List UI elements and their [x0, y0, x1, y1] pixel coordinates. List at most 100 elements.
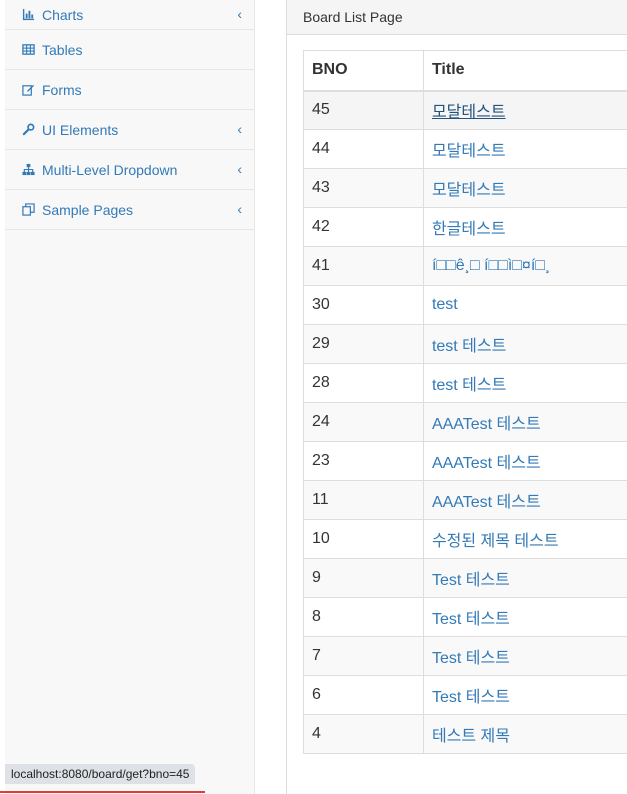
sidebar-item-sample-pages[interactable]: Sample Pages ‹ — [5, 190, 254, 230]
title-link[interactable]: 수정된 제목 테스트 — [432, 533, 559, 550]
title-cell: 수정된 제목 테스트 — [422, 519, 627, 559]
table-row: 10 수정된 제목 테스트 — [303, 519, 627, 559]
title-link[interactable]: 모달테스트 — [432, 104, 506, 121]
column-header-title: Title — [422, 50, 627, 92]
chevron-left-icon: ‹ — [237, 200, 242, 217]
table-row: 4 테스트 제목 — [303, 714, 627, 754]
browser-status-bar: localhost:8080/board/get?bno=45 — [5, 764, 196, 784]
bno-cell: 28 — [303, 363, 424, 403]
sidebar-item-label: Multi-Level Dropdown — [42, 161, 178, 178]
table-row: 44 모달테스트 — [303, 129, 627, 169]
files-icon — [21, 203, 35, 217]
bno-cell: 41 — [303, 246, 424, 286]
bno-cell: 11 — [303, 480, 424, 520]
bno-cell: 30 — [303, 285, 424, 325]
title-link[interactable]: í□□ê¸□ í□□ì□¤í□¸ — [432, 257, 550, 274]
title-link[interactable]: Test 테스트 — [432, 611, 510, 628]
sidebar: Charts ‹ Tables Forms UI Elements ‹ Mult… — [0, 0, 255, 794]
table-header-row: BNO Title — [303, 50, 627, 92]
edit-icon — [21, 83, 35, 97]
title-link[interactable]: Test 테스트 — [432, 572, 510, 589]
board-table: BNO Title 45 모달테스트 44 모달테스트 43 모달테스트 42 한글테스트 41… — [303, 50, 627, 754]
bno-cell: 44 — [303, 129, 424, 169]
table-row: 8 Test 테스트 — [303, 597, 627, 637]
accent-line — [0, 791, 205, 793]
title-cell: AAATest 테스트 — [422, 480, 627, 520]
bno-cell: 9 — [303, 558, 424, 598]
table-row: 23 AAATest 테스트 — [303, 441, 627, 481]
sidebar-item-multi-level-dropdown[interactable]: Multi-Level Dropdown ‹ — [5, 150, 254, 190]
title-link[interactable]: test 테스트 — [432, 377, 506, 394]
title-link[interactable]: 모달테스트 — [432, 182, 506, 199]
sidebar-item-label: Tables — [42, 41, 83, 58]
board-list-panel: Board List Page BNO Title 45 모달테스트 44 모달테스트… — [286, 0, 627, 794]
title-link[interactable]: test 테스트 — [432, 338, 506, 355]
table-row: 43 모달테스트 — [303, 168, 627, 208]
sidebar-item-label: Charts — [42, 6, 84, 23]
bno-cell: 6 — [303, 675, 424, 715]
table-icon — [21, 43, 35, 57]
bno-cell: 29 — [303, 324, 424, 364]
bno-cell: 42 — [303, 207, 424, 247]
title-link[interactable]: AAATest 테스트 — [432, 416, 541, 433]
title-cell: AAATest 테스트 — [422, 402, 627, 442]
title-cell: Test 테스트 — [422, 558, 627, 598]
title-link[interactable]: test — [432, 296, 458, 313]
table-row: 29 test 테스트 — [303, 324, 627, 364]
title-link[interactable]: AAATest 테스트 — [432, 455, 541, 472]
title-link[interactable]: 테스트 제목 — [432, 728, 510, 745]
table-row: 41 í□□ê¸□ í□□ì□¤í□¸ — [303, 246, 627, 286]
sidebar-item-label: Forms — [42, 81, 82, 98]
title-cell: 모달테스트 — [422, 168, 627, 208]
bno-cell: 45 — [303, 90, 424, 130]
chevron-left-icon: ‹ — [237, 120, 242, 137]
title-link[interactable]: Test 테스트 — [432, 650, 510, 667]
bar-chart-icon — [21, 8, 35, 22]
title-cell: 한글테스트 — [422, 207, 627, 247]
sidebar-item-ui-elements[interactable]: UI Elements ‹ — [5, 110, 254, 150]
wrench-icon — [21, 123, 35, 137]
title-link[interactable]: 한글테스트 — [432, 221, 506, 238]
title-cell: test 테스트 — [422, 324, 627, 364]
bno-cell: 7 — [303, 636, 424, 676]
bno-cell: 8 — [303, 597, 424, 637]
title-link[interactable]: 모달테스트 — [432, 143, 506, 160]
sidebar-item-forms[interactable]: Forms — [5, 70, 254, 110]
sidebar-edge — [0, 0, 5, 794]
bno-cell: 43 — [303, 168, 424, 208]
title-cell: AAATest 테스트 — [422, 441, 627, 481]
title-cell: 모달테스트 — [422, 90, 627, 130]
title-cell: 테스트 제목 — [422, 714, 627, 754]
table-row: 30 test — [303, 285, 627, 325]
table-row: 6 Test 테스트 — [303, 675, 627, 715]
chevron-left-icon: ‹ — [237, 5, 242, 22]
table-row: 9 Test 테스트 — [303, 558, 627, 598]
title-link[interactable]: AAATest 테스트 — [432, 494, 541, 511]
title-cell: 모달테스트 — [422, 129, 627, 169]
column-header-bno: BNO — [303, 50, 424, 92]
table-row: 45 모달테스트 — [303, 90, 627, 130]
title-cell: test — [422, 285, 627, 325]
title-cell: Test 테스트 — [422, 597, 627, 637]
title-cell: í□□ê¸□ í□□ì□¤í□¸ — [422, 246, 627, 286]
bno-cell: 24 — [303, 402, 424, 442]
bno-cell: 23 — [303, 441, 424, 481]
title-cell: test 테스트 — [422, 363, 627, 403]
table-row: 11 AAATest 테스트 — [303, 480, 627, 520]
title-cell: Test 테스트 — [422, 675, 627, 715]
page-wrapper: Board List Page BNO Title 45 모달테스트 44 모달테스트… — [256, 0, 627, 794]
chevron-left-icon: ‹ — [237, 160, 242, 177]
table-row: 28 test 테스트 — [303, 363, 627, 403]
sidebar-item-label: Sample Pages — [42, 201, 134, 218]
table-row: 7 Test 테스트 — [303, 636, 627, 676]
sidebar-item-label: UI Elements — [42, 121, 119, 138]
bno-cell: 4 — [303, 714, 424, 754]
panel-heading: Board List Page — [287, 0, 627, 35]
table-row: 42 한글테스트 — [303, 207, 627, 247]
sidebar-item-tables[interactable]: Tables — [5, 30, 254, 70]
sitemap-icon — [21, 163, 35, 177]
table-row: 24 AAATest 테스트 — [303, 402, 627, 442]
title-link[interactable]: Test 테스트 — [432, 689, 510, 706]
sidebar-menu: Charts ‹ Tables Forms UI Elements ‹ Mult… — [5, 0, 254, 230]
sidebar-item-charts[interactable]: Charts ‹ — [5, 0, 254, 30]
